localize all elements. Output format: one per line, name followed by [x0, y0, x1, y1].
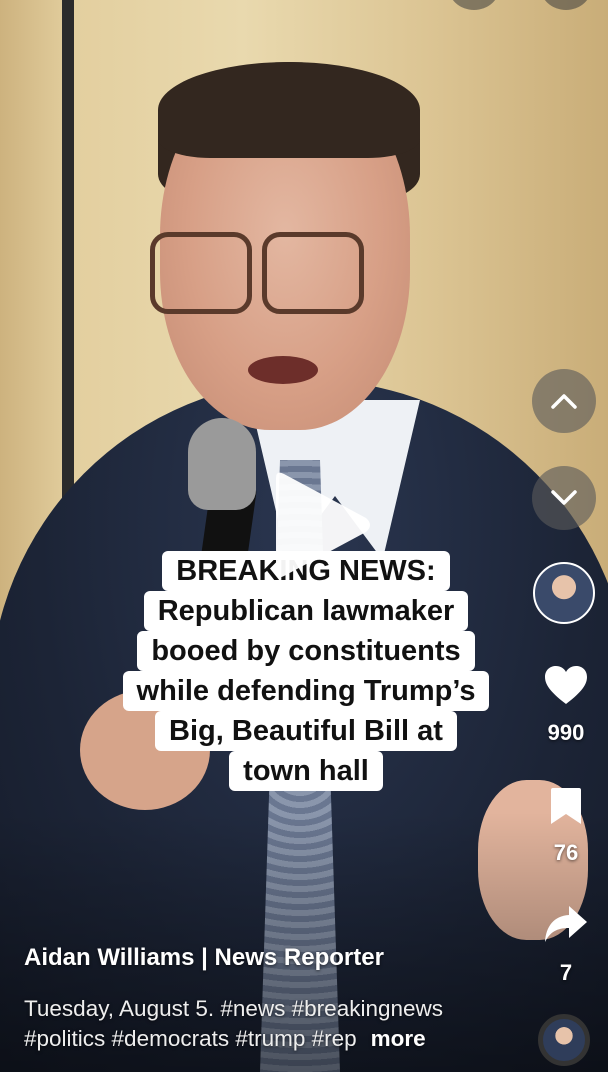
next-video-button[interactable]	[532, 466, 596, 530]
glasses-right	[262, 232, 364, 314]
share-count: 7	[559, 960, 573, 985]
glasses-left	[150, 232, 252, 314]
post-description: Tuesday, August 5. #news #breakingnews #…	[24, 994, 524, 1054]
caption-line: booed by constituents	[137, 631, 475, 671]
microphone-head	[188, 418, 256, 510]
author-name[interactable]: Aidan Williams | News Reporter	[24, 944, 384, 972]
play-button[interactable]	[262, 470, 374, 580]
chevron-up-icon	[551, 394, 577, 409]
sound-disc-avatar[interactable]	[538, 1014, 590, 1066]
like-button[interactable]	[540, 664, 592, 706]
bookmark-icon	[551, 788, 581, 824]
creator-avatar[interactable]	[533, 562, 595, 624]
share-button[interactable]	[540, 904, 592, 944]
save-count: 76	[553, 840, 579, 865]
caption-line: Big, Beautiful Bill at	[155, 711, 457, 751]
description-line-2: #politics #democrats #trump #rep more	[24, 1024, 524, 1054]
like-count: 990	[547, 720, 585, 745]
news-caption: BREAKING NEWS: Republican lawmaker booed…	[0, 551, 608, 791]
caption-line: while defending Trump’s	[122, 671, 490, 711]
background-pole	[62, 0, 74, 520]
caption-line: town hall	[229, 751, 383, 791]
speaker-hair-top	[158, 62, 420, 158]
previous-video-button[interactable]	[532, 369, 596, 433]
description-hashtags: #politics #democrats #trump #rep	[24, 1026, 357, 1051]
caption-line: Republican lawmaker	[143, 591, 469, 631]
heart-icon	[545, 666, 587, 704]
save-button[interactable]	[540, 786, 592, 826]
play-icon	[276, 472, 370, 578]
share-arrow-icon	[545, 906, 587, 942]
description-line: Tuesday, August 5. #news #breakingnews	[24, 996, 444, 1021]
speaker-mouth	[248, 356, 318, 384]
more-link[interactable]: more	[371, 1026, 426, 1051]
chevron-down-icon	[551, 490, 577, 505]
